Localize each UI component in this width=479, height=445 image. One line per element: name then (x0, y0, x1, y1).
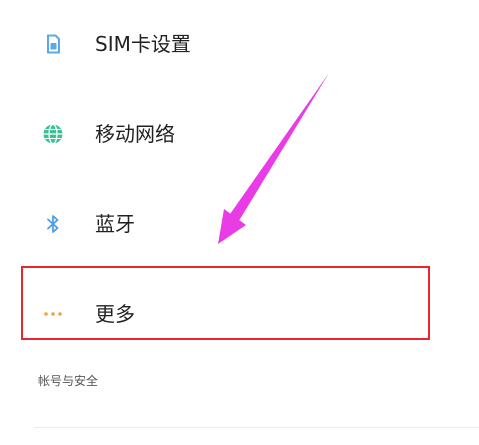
more-label: 更多 (95, 302, 135, 326)
more-item[interactable]: 更多 (0, 284, 479, 344)
section-header-account-security: 帐号与安全 (38, 374, 99, 388)
mobile-network-item[interactable]: 移动网络 (0, 104, 479, 164)
settings-list: SIM卡设置 移动网络 蓝牙 更多 帐号与安全 (0, 0, 479, 445)
sim-card-settings-item[interactable]: SIM卡设置 (0, 14, 479, 74)
sim-card-settings-label: SIM卡设置 (95, 32, 191, 56)
mobile-network-label: 移动网络 (95, 122, 175, 146)
more-dots-icon (44, 312, 62, 316)
globe-icon (43, 123, 63, 145)
bluetooth-icon (47, 215, 59, 233)
sim-card-icon (47, 34, 60, 54)
bluetooth-label: 蓝牙 (95, 212, 135, 236)
divider (34, 427, 479, 428)
bluetooth-item[interactable]: 蓝牙 (0, 194, 479, 254)
